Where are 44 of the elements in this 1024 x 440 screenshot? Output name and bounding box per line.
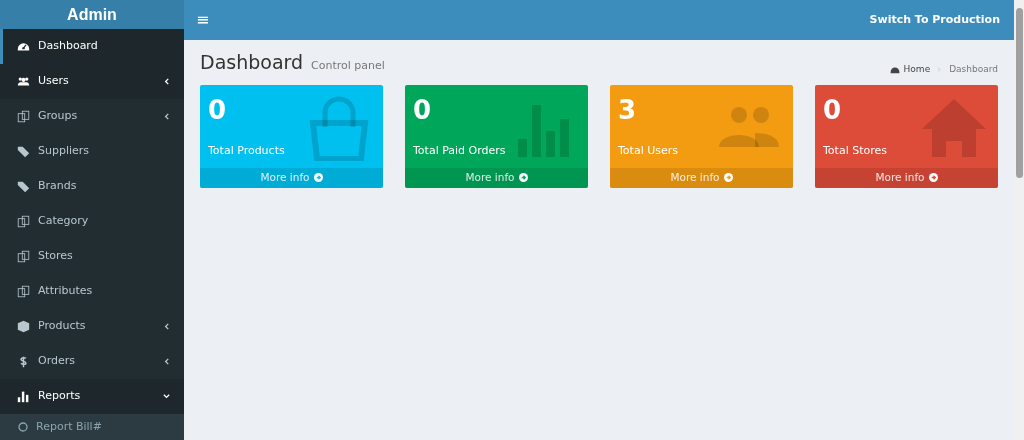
scrollbar[interactable] xyxy=(1014,0,1024,440)
tags-icon xyxy=(17,180,30,193)
sidebar-item[interactable]: Attributes xyxy=(0,274,184,309)
arrow-circle-icon xyxy=(518,173,528,182)
stat-label: Total Stores xyxy=(823,143,888,159)
gauge-icon xyxy=(17,40,30,53)
circle-icon xyxy=(18,422,28,432)
switch-production-button[interactable]: Switch To Production xyxy=(863,10,1006,30)
more-info-link[interactable]: More info xyxy=(815,167,998,188)
copy-icon xyxy=(17,110,30,123)
stat-value: 3 xyxy=(618,96,638,123)
dollar-icon xyxy=(17,355,30,368)
sidebar-subitem[interactable]: Report Bill# xyxy=(0,414,184,440)
sidebar-item[interactable]: Stores xyxy=(0,239,184,274)
bar-chart-icon xyxy=(17,390,30,403)
sidebar-item[interactable]: Suppliers xyxy=(0,134,184,169)
users-icon xyxy=(17,75,30,88)
sidebar-item[interactable]: Dashboard xyxy=(0,29,184,64)
stat-label: Total Products xyxy=(208,143,286,159)
brand-title: Admin xyxy=(67,4,117,25)
arrow-circle-icon xyxy=(928,173,938,182)
sidebar-item[interactable]: Category xyxy=(0,204,184,239)
breadcrumb-current: Dashboard xyxy=(949,63,998,76)
arrow-circle-icon xyxy=(313,173,323,182)
sidebar-item[interactable]: Groups xyxy=(0,99,184,134)
arrow-circle-icon xyxy=(723,173,733,182)
copy-icon xyxy=(17,285,30,298)
cube-icon xyxy=(17,320,30,333)
page-subtitle: Control panel xyxy=(311,58,385,74)
copy-icon xyxy=(17,250,30,263)
stat-value: 0 xyxy=(823,96,843,123)
sidebar-item[interactable]: Products xyxy=(0,309,184,344)
page-title: Dashboard xyxy=(200,50,304,75)
sidebar-item[interactable]: Brands xyxy=(0,169,184,204)
sidebar-item[interactable]: Orders xyxy=(0,344,184,379)
breadcrumb-link[interactable]: Home xyxy=(903,63,931,77)
stat-label: Total Users xyxy=(618,143,679,159)
sidebar-item[interactable]: Users xyxy=(0,64,184,99)
stat-label: Total Paid Orders xyxy=(413,143,507,159)
tags-icon xyxy=(17,145,30,158)
stat-value: 0 xyxy=(208,96,228,123)
sidebar-item[interactable]: Reports xyxy=(0,379,184,414)
stat-value: 0 xyxy=(413,96,433,123)
copy-icon xyxy=(17,215,30,228)
